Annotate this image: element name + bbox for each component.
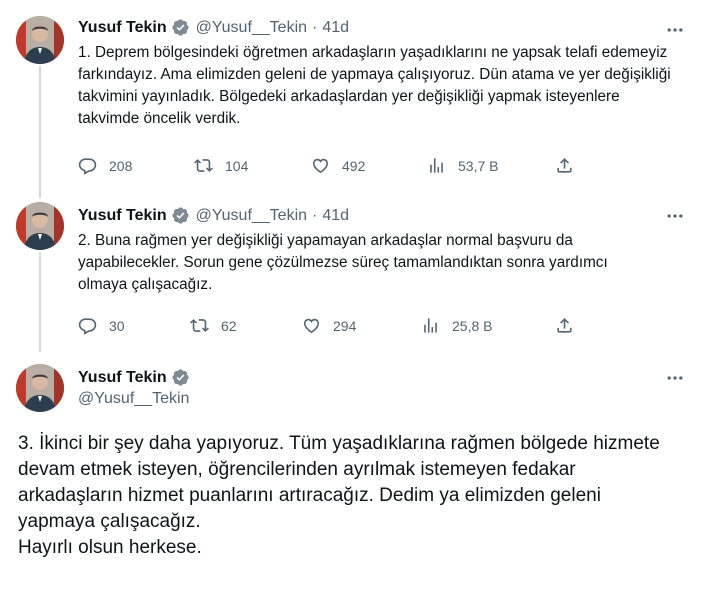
tweet-header: Yusuf Tekin xyxy=(78,368,196,387)
tweet-1[interactable]: Yusuf Tekin @Yusuf__Tekin · 41d 1. Depre… xyxy=(0,0,703,200)
tweet-handle-row: @Yusuf__Tekin xyxy=(78,390,189,408)
retweet-icon xyxy=(194,156,213,175)
reply-button[interactable]: 30 xyxy=(78,316,125,335)
avatar[interactable] xyxy=(16,202,64,250)
views-button[interactable]: 53,7 B xyxy=(427,156,498,175)
like-count: 294 xyxy=(333,317,357,334)
separator-dot: · xyxy=(312,206,318,224)
reply-button[interactable]: 208 xyxy=(78,156,132,175)
retweet-icon xyxy=(190,316,209,335)
verified-badge-icon xyxy=(171,206,190,225)
more-options-icon[interactable] xyxy=(665,368,685,388)
reply-count: 208 xyxy=(109,157,133,174)
share-icon xyxy=(555,316,574,335)
retweet-count: 62 xyxy=(221,317,237,334)
retweet-button[interactable]: 62 xyxy=(190,316,237,335)
views-icon xyxy=(427,156,446,175)
more-options-icon[interactable] xyxy=(665,20,685,40)
tweet-time[interactable]: 41d xyxy=(322,19,349,37)
views-count: 25,8 B xyxy=(452,317,493,334)
share-button[interactable] xyxy=(555,156,586,175)
author-name[interactable]: Yusuf Tekin xyxy=(78,207,167,225)
verified-badge-icon xyxy=(171,18,190,37)
views-icon xyxy=(421,316,440,335)
like-icon xyxy=(311,156,330,175)
tweet-time[interactable]: 41d xyxy=(322,207,349,225)
views-button[interactable]: 25,8 B xyxy=(421,316,492,335)
share-icon xyxy=(555,156,574,175)
verified-badge-icon xyxy=(171,368,190,387)
reply-icon xyxy=(78,316,97,335)
tweet-header: Yusuf Tekin @Yusuf__Tekin · 41d xyxy=(78,206,349,225)
author-handle[interactable]: @Yusuf__Tekin xyxy=(196,19,307,37)
reply-icon xyxy=(78,156,97,175)
reply-count: 30 xyxy=(109,317,125,334)
like-button[interactable]: 492 xyxy=(311,156,365,175)
avatar[interactable] xyxy=(16,16,64,64)
retweet-count: 104 xyxy=(225,157,249,174)
tweet-text-closing: Hayırlı olsun herkese. xyxy=(18,537,202,558)
author-handle[interactable]: @Yusuf__Tekin xyxy=(78,390,189,408)
author-handle[interactable]: @Yusuf__Tekin xyxy=(196,207,307,225)
views-count: 53,7 B xyxy=(458,157,499,174)
like-icon xyxy=(302,316,321,335)
tweet-header: Yusuf Tekin @Yusuf__Tekin · 41d xyxy=(78,18,349,37)
tweet-text: 3. İkinci bir şey daha yapıyoruz. Tüm ya… xyxy=(18,431,678,561)
author-name[interactable]: Yusuf Tekin xyxy=(78,19,167,37)
tweet-text: 2. Buna rağmen yer değişikliği yapamayan… xyxy=(78,232,608,293)
retweet-button[interactable]: 104 xyxy=(194,156,248,175)
share-button[interactable] xyxy=(555,316,586,335)
like-count: 492 xyxy=(342,157,366,174)
like-button[interactable]: 294 xyxy=(302,316,356,335)
author-name[interactable]: Yusuf Tekin xyxy=(78,369,167,387)
more-options-icon[interactable] xyxy=(665,206,685,226)
tweet-text: 1. Deprem bölgesindeki öğretmen arkadaşl… xyxy=(78,44,671,127)
tweet-text-main: 3. İkinci bir şey daha yapıyoruz. Tüm ya… xyxy=(18,433,660,532)
separator-dot: · xyxy=(312,18,318,36)
avatar[interactable] xyxy=(16,364,64,412)
tweet-2[interactable]: Yusuf Tekin @Yusuf__Tekin · 41d 2. Buna … xyxy=(0,200,703,350)
